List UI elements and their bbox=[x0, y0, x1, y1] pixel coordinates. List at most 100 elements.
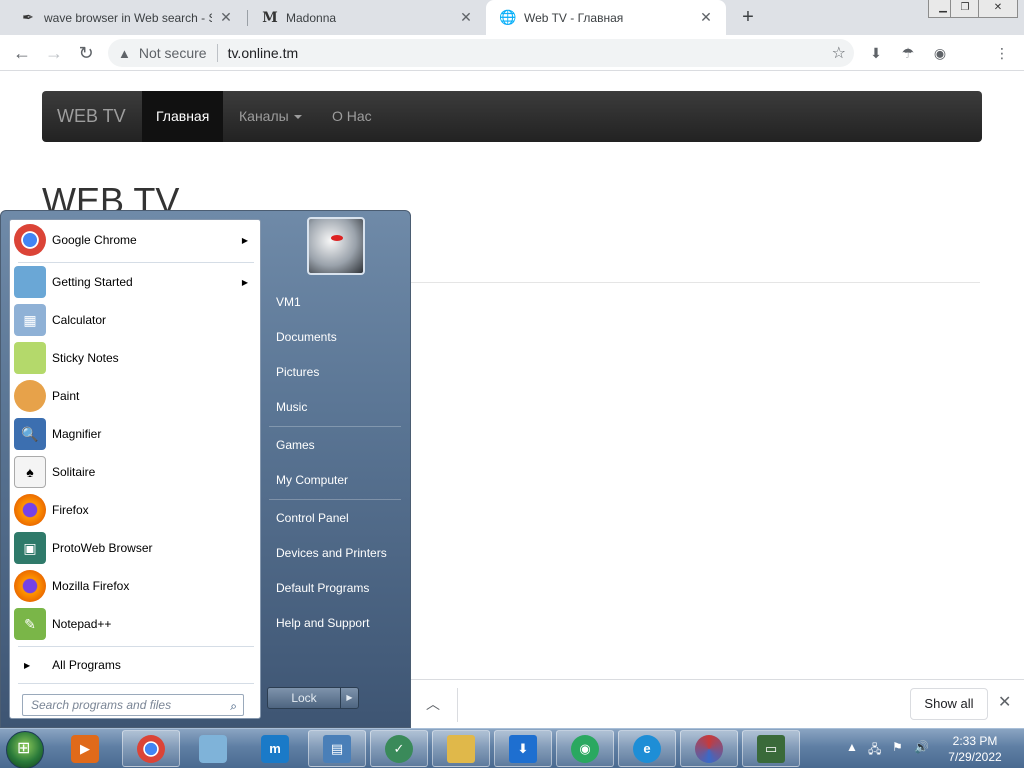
search-placeholder: Search programs and files bbox=[31, 698, 172, 712]
restore-button[interactable]: ❐ bbox=[950, 0, 980, 18]
download-extension-icon[interactable]: ⬇ bbox=[866, 43, 886, 63]
close-icon[interactable]: ✕ bbox=[998, 692, 1011, 712]
network-icon[interactable]: 🖧 bbox=[868, 740, 881, 761]
start-item-sticky-notes[interactable]: Sticky Notes bbox=[14, 340, 258, 376]
triangle-right-icon[interactable]: ▶ bbox=[340, 688, 358, 708]
opera-icon bbox=[695, 734, 723, 763]
start-item-paint[interactable]: Paint bbox=[14, 378, 258, 414]
menu-icon[interactable]: ⋮ bbox=[992, 43, 1012, 63]
browser-toolbar: ← → ↻ ▲ Not secure tv.online.tm ☆ ⬇ ☂ ◉ … bbox=[0, 35, 1024, 71]
start-right-my-computer[interactable]: My Computer bbox=[276, 470, 348, 490]
maxthon-icon: m bbox=[261, 734, 289, 763]
taskbar-opera[interactable] bbox=[680, 730, 738, 767]
start-item-calculator[interactable]: ▦ Calculator bbox=[14, 302, 258, 338]
triangle-right-icon: ▶ bbox=[24, 660, 31, 670]
start-item-solitaire[interactable]: ♠ Solitaire bbox=[14, 454, 258, 490]
taskbar-file-explorer[interactable] bbox=[432, 730, 490, 767]
close-tab-icon[interactable]: ✕ bbox=[698, 9, 714, 26]
security-label[interactable]: Not secure bbox=[139, 45, 207, 61]
taskbar-monitor-app[interactable]: ▭ bbox=[742, 730, 800, 767]
taskbar-chrome[interactable] bbox=[122, 730, 180, 767]
taskbar-notebook[interactable] bbox=[184, 730, 242, 767]
start-right-pictures[interactable]: Pictures bbox=[276, 362, 319, 382]
taskbar-media-player[interactable]: ▶ bbox=[62, 730, 108, 767]
taskbar-tor-browser[interactable]: ◉ bbox=[556, 730, 614, 767]
start-right-documents[interactable]: Documents bbox=[276, 327, 337, 347]
start-item-getting-started[interactable]: Getting Started ▶ bbox=[14, 264, 258, 300]
start-item-label: Calculator bbox=[52, 313, 107, 327]
start-right-help-support[interactable]: Help and Support bbox=[276, 613, 369, 633]
divider bbox=[18, 262, 254, 263]
lock-button[interactable]: Lock ▶ bbox=[267, 687, 359, 709]
bookmark-star-icon[interactable]: ☆ bbox=[832, 43, 846, 63]
chrome-icon bbox=[14, 224, 46, 256]
divider bbox=[408, 282, 980, 283]
start-item-firefox[interactable]: Firefox bbox=[14, 492, 258, 528]
nav-item-about[interactable]: О Нас bbox=[318, 91, 386, 142]
start-right-vm1[interactable]: VM1 bbox=[276, 292, 301, 312]
divider bbox=[457, 688, 458, 722]
start-item-google-chrome[interactable]: Google Chrome ▶ bbox=[14, 222, 258, 258]
start-item-notepadpp[interactable]: ✎ Notepad++ bbox=[14, 606, 258, 642]
taskbar-maxthon[interactable]: m bbox=[246, 730, 304, 767]
magnifier-icon: 🔍 bbox=[14, 418, 46, 450]
nav-item-home[interactable]: Главная bbox=[142, 91, 224, 142]
url-text[interactable]: tv.online.tm bbox=[228, 45, 299, 61]
tab-strip: ✒ wave browser in Web search - S ✕ M Mad… bbox=[0, 0, 1024, 35]
start-button[interactable] bbox=[6, 731, 44, 768]
taskbar-control-panel[interactable]: ▤ bbox=[308, 730, 366, 767]
start-item-label: Paint bbox=[52, 389, 80, 403]
start-item-magnifier[interactable]: 🔍 Magnifier bbox=[14, 416, 258, 452]
action-center-icon[interactable]: ⚑ bbox=[892, 740, 903, 754]
firefox-icon bbox=[14, 494, 46, 526]
forward-button[interactable]: → bbox=[42, 41, 66, 65]
close-tab-icon[interactable]: ✕ bbox=[458, 9, 474, 26]
show-hidden-icons-icon[interactable]: ▲ bbox=[846, 740, 858, 754]
user-avatar[interactable] bbox=[307, 217, 365, 275]
start-item-mozilla-firefox[interactable]: Mozilla Firefox bbox=[14, 568, 258, 604]
start-right-games[interactable]: Games bbox=[276, 435, 315, 455]
caret-down-icon bbox=[293, 115, 302, 120]
warning-icon[interactable]: ▲ bbox=[118, 46, 131, 61]
control-panel-icon: ▤ bbox=[323, 734, 351, 763]
start-right-devices-printers[interactable]: Devices and Printers bbox=[276, 543, 387, 563]
paint-icon bbox=[14, 380, 46, 412]
system-clock[interactable]: 2:33 PM 7/29/2022 bbox=[940, 733, 1010, 765]
tab-web-tv[interactable]: 🌐 Web TV - Главная ✕ bbox=[486, 0, 726, 35]
taskbar-download-manager[interactable]: ⬇ bbox=[494, 730, 552, 767]
address-bar[interactable]: ▲ Not secure tv.online.tm ☆ bbox=[108, 39, 854, 67]
divider bbox=[216, 44, 218, 62]
all-programs-button[interactable]: ▶ All Programs bbox=[18, 652, 254, 678]
tab-madonna[interactable]: M Madonna ✕ bbox=[248, 0, 486, 35]
tab-title: wave browser in Web search - S bbox=[44, 10, 212, 25]
reload-button[interactable]: ↻ bbox=[74, 41, 98, 65]
umbrella-extension-icon[interactable]: ☂ bbox=[898, 43, 918, 63]
start-item-label: Sticky Notes bbox=[52, 351, 119, 365]
volume-icon[interactable]: 🔊 bbox=[914, 740, 929, 754]
notepadpp-icon: ✎ bbox=[14, 608, 46, 640]
sticky-notes-icon bbox=[14, 342, 46, 374]
tab-wave-search[interactable]: ✒ wave browser in Web search - S ✕ bbox=[6, 0, 246, 35]
close-window-button[interactable]: ✕ bbox=[978, 0, 1018, 18]
start-right-control-panel[interactable]: Control Panel bbox=[276, 508, 349, 528]
search-icon[interactable]: ⌕ bbox=[230, 696, 237, 716]
solitaire-icon: ♠ bbox=[14, 456, 46, 488]
show-all-button[interactable]: Show all bbox=[910, 688, 988, 720]
start-item-label: Notepad++ bbox=[52, 617, 112, 631]
vpn-extension-icon[interactable]: ◉ bbox=[930, 43, 950, 63]
m-logo-icon: M bbox=[262, 9, 278, 26]
start-right-music[interactable]: Music bbox=[276, 397, 307, 417]
submenu-arrow-icon: ▶ bbox=[241, 235, 248, 245]
start-item-protoweb[interactable]: ▣ ProtoWeb Browser bbox=[14, 530, 258, 566]
search-programs-input[interactable]: Search programs and files ⌕ bbox=[22, 694, 244, 716]
new-tab-button[interactable]: + bbox=[736, 6, 760, 30]
back-button[interactable]: ← bbox=[10, 41, 34, 65]
nav-item-channels[interactable]: Каналы bbox=[225, 91, 316, 142]
start-right-default-programs[interactable]: Default Programs bbox=[276, 578, 369, 598]
taskbar-checklist[interactable]: ✓ bbox=[370, 730, 428, 767]
chevron-up-icon[interactable]: ︿ bbox=[426, 694, 440, 714]
site-brand[interactable]: WEB TV bbox=[57, 106, 126, 127]
close-tab-icon[interactable]: ✕ bbox=[218, 9, 234, 26]
taskbar-internet-explorer[interactable]: e bbox=[618, 730, 676, 767]
site-navbar: WEB TV Главная Каналы О Нас bbox=[42, 91, 982, 142]
